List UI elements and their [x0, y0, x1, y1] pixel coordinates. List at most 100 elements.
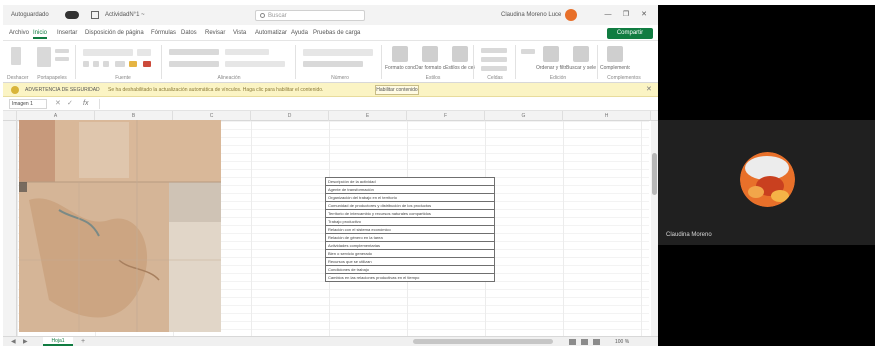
avatar[interactable] [565, 9, 577, 21]
group-label: Celdas [487, 75, 503, 81]
delete-cells-button[interactable] [481, 57, 507, 62]
page-layout-icon[interactable] [581, 339, 588, 345]
conditional-format-icon[interactable] [392, 46, 408, 62]
share-button[interactable]: Compartir [607, 28, 653, 39]
ribbon-caption: Ordenar y filtrar [536, 65, 566, 71]
table-row: Bien o servicio generado [325, 249, 495, 258]
sort-filter-icon[interactable] [543, 46, 559, 62]
next-sheet-icon[interactable]: ▶ [23, 337, 28, 346]
normal-view-icon[interactable] [569, 339, 576, 345]
table-row: Actividades complementarias [325, 241, 495, 250]
column-header[interactable]: F [407, 111, 485, 121]
file-name[interactable]: ActividadN°1 ~ [105, 10, 165, 20]
tab-archivo[interactable]: Archivo [9, 28, 29, 39]
group-label: Portapapeles [37, 75, 67, 81]
page-break-icon[interactable] [593, 339, 600, 345]
vertical-scrollbar[interactable] [651, 121, 658, 336]
merge-center-button[interactable] [225, 61, 285, 67]
tab-pruebas[interactable]: Pruebas de carga [313, 28, 360, 39]
align-top-icons[interactable] [169, 49, 219, 55]
format-table-icon[interactable] [422, 46, 438, 62]
column-header[interactable]: E [329, 111, 407, 121]
tab-disposicion[interactable]: Disposición de página [85, 28, 144, 39]
horizontal-scrollbar[interactable] [413, 339, 553, 344]
table-cell[interactable]: Descripción de la actividad [325, 177, 495, 186]
activity-table[interactable]: Descripción de la actividad Agente de tra… [325, 177, 495, 282]
separator [597, 45, 598, 79]
minimize-icon[interactable]: — [603, 10, 613, 20]
column-header[interactable]: H [563, 111, 651, 121]
table-cell[interactable]: Condiciones de trabajo [325, 265, 495, 274]
screen: Autoguardado ActividadN°1 ~ Buscar Claud… [0, 0, 875, 350]
function-icon[interactable]: fx [83, 98, 88, 110]
tab-revisar[interactable]: Revisar [205, 28, 225, 39]
cut-icon[interactable] [55, 49, 69, 53]
font-color-icon[interactable] [143, 61, 151, 67]
tab-automatizar[interactable]: Automatizar [255, 28, 287, 39]
tab-vista[interactable]: Vista [233, 28, 246, 39]
bold-icon[interactable] [83, 61, 89, 67]
number-format-select[interactable] [303, 49, 373, 56]
restore-icon[interactable]: ❐ [621, 10, 631, 20]
save-icon[interactable] [91, 11, 99, 19]
border-icon[interactable] [115, 61, 125, 67]
paste-icon[interactable] [37, 47, 51, 67]
table-cell[interactable]: Relación de género en la tarea [325, 233, 495, 242]
table-cell[interactable]: Cambios en las relaciones productivas en… [325, 273, 495, 282]
table-cell[interactable]: Territorio de intercambio y recursos nat… [325, 209, 495, 218]
number-format-icons[interactable] [303, 61, 363, 67]
enable-content-button[interactable]: Habilitar contenido [375, 85, 419, 95]
tab-ayuda[interactable]: Ayuda [291, 28, 308, 39]
tab-datos[interactable]: Datos [181, 28, 197, 39]
table-cell[interactable]: Agente de transformación [325, 185, 495, 194]
tab-insertar[interactable]: Insertar [57, 28, 77, 39]
table-cell[interactable]: Actividades complementarias [325, 241, 495, 250]
close-icon[interactable]: ✕ [639, 10, 649, 20]
autosum-icon[interactable] [521, 49, 535, 54]
close-icon[interactable]: ✕ [646, 83, 652, 97]
underline-icon[interactable] [103, 61, 109, 67]
group-label: Complementos [607, 75, 641, 81]
tab-formulas[interactable]: Fórmulas [151, 28, 176, 39]
table-row: Descripción de la actividad [325, 177, 495, 186]
table-cell[interactable]: Comunidad de productores y distribución … [325, 201, 495, 210]
insert-cells-button[interactable] [481, 48, 507, 53]
copy-icon[interactable] [55, 57, 69, 61]
fill-color-icon[interactable] [129, 61, 137, 67]
table-cell[interactable]: Relación con el sistema económico [325, 225, 495, 234]
inserted-map-image[interactable] [19, 120, 221, 332]
formula-input[interactable] [99, 99, 651, 109]
map-image-graphic [19, 120, 221, 332]
add-sheet-icon[interactable]: + [81, 337, 85, 346]
add-ins-icon[interactable] [607, 46, 623, 62]
zoom-level[interactable]: 100 % [615, 337, 629, 346]
participant-tile[interactable]: Claudina Moreno [658, 120, 875, 245]
column-header[interactable]: G [485, 111, 563, 121]
name-box[interactable]: Imagen 1 [9, 99, 47, 109]
autosave-toggle[interactable] [65, 11, 79, 19]
table-cell[interactable]: Bien o servicio generado [325, 249, 495, 258]
scroll-thumb[interactable] [652, 153, 657, 195]
tab-inicio[interactable]: Inicio [33, 28, 48, 39]
italic-icon[interactable] [93, 61, 99, 67]
confirm-icon[interactable]: ✓ [67, 98, 73, 110]
table-cell[interactable]: Organización del trabajo en el territori… [325, 193, 495, 202]
align-horizontal-icons[interactable] [169, 61, 219, 67]
find-select-icon[interactable] [573, 46, 589, 62]
prev-sheet-icon[interactable]: ◀ [11, 337, 16, 346]
column-header[interactable]: D [251, 111, 329, 121]
cell-styles-icon[interactable] [452, 46, 468, 62]
row-headers[interactable] [3, 121, 17, 336]
select-all-corner[interactable] [3, 111, 17, 121]
search-box[interactable]: Buscar [255, 10, 365, 21]
wrap-text-button[interactable] [225, 49, 269, 55]
font-size-select[interactable] [137, 49, 151, 56]
undo-icon[interactable] [11, 47, 21, 65]
font-name-select[interactable] [83, 49, 133, 56]
format-cells-button[interactable] [481, 66, 507, 71]
sheet-tab[interactable]: Hoja1 [43, 337, 73, 346]
table-cell[interactable]: Recursos que se utilizan [325, 257, 495, 266]
table-cell[interactable]: Trabajo productivo [325, 217, 495, 226]
cancel-icon[interactable]: ✕ [55, 98, 61, 110]
ribbon-caption: Dar formato como tabla [415, 65, 445, 71]
